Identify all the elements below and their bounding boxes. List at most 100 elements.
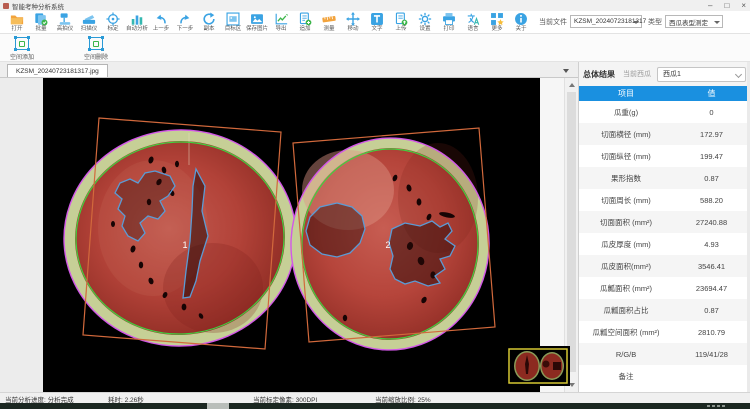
row-label: 果形指数 [579, 167, 673, 189]
toolbar-button-label: 关于 [515, 26, 526, 32]
scrollbar-thumb[interactable] [567, 92, 576, 372]
toolbar-button-export[interactable]: 导出 [269, 12, 293, 33]
scroll-up-icon[interactable] [569, 83, 575, 87]
status-bar: 当前分析进度: 分析完成 耗时: 2.26秒 当前标定像素: 300DPI 当前… [0, 392, 750, 403]
toolbar-button-label: 下一步 [177, 26, 194, 32]
row-label: 瓜瓤面积占比 [579, 299, 673, 321]
toolbar-button-label: 上传 [395, 26, 406, 32]
taskbar-sliver [0, 403, 750, 409]
row-value: 119/41/28 [673, 343, 750, 365]
image-canvas[interactable]: 1 [43, 78, 540, 392]
crosshair-icon [106, 12, 120, 26]
export-chart-icon [274, 12, 288, 26]
bar-chart-icon [130, 12, 144, 26]
row-value: 2810.79 [673, 321, 750, 343]
table-row: 瓜重(g)0 [579, 101, 750, 123]
toolbar-button-scanner[interactable]: 扫描仪 [77, 12, 101, 33]
row-label: R/G/B [579, 343, 673, 365]
table-row: 切面周长 (mm)588.20 [579, 189, 750, 211]
toolbar-button-settings[interactable]: 设置 [413, 12, 437, 33]
app-logo-icon [3, 3, 9, 9]
toolbar-button-target-area[interactable]: 目标区 [221, 12, 245, 33]
printer-icon [442, 12, 456, 26]
type-combobox[interactable]: 西瓜表型测定 [665, 15, 723, 28]
toolbar-button-save-image[interactable]: 保存图片 [245, 12, 269, 33]
open-folder-icon [10, 12, 24, 26]
toolbar-button-label: 测量 [323, 26, 334, 32]
row-value: 172.97 [673, 123, 750, 145]
table-row: 瓜瓤面积 (mm²)23694.47 [579, 277, 750, 299]
title-bar: 智能考种分析系统 – □ × [0, 0, 750, 11]
row-value: 0.87 [673, 167, 750, 189]
canvas-left-margin [0, 78, 43, 392]
minimize-button[interactable]: – [708, 0, 712, 11]
toolbar-button-calibrate[interactable]: 标定 [101, 12, 125, 33]
results-table-header: 项目 值 [579, 86, 750, 101]
current-file-combobox[interactable]: KZSM_20240723181317 [570, 15, 642, 28]
results-table-body: 瓜重(g)0切面横径 (mm)172.97切面纵径 (mm)199.47果形指数… [579, 101, 750, 387]
move-cross-icon [346, 12, 360, 26]
table-row: 瓜皮面积(mm²)3546.41 [579, 255, 750, 277]
chevron-down-icon [735, 70, 742, 77]
toolbar-button-label: 副本 [203, 26, 214, 32]
toolbar-button-doc-camera[interactable]: 高拍仪 [53, 12, 77, 33]
row-value: 588.20 [673, 189, 750, 211]
language-icon [466, 12, 480, 26]
taskbar-clock-area [707, 405, 725, 407]
toolbar-button-text[interactable]: 文字 [365, 12, 389, 33]
close-button[interactable]: × [741, 0, 746, 11]
tab-bar: KZSM_20240723181317.jpg [0, 62, 578, 78]
melon-2-label: 2 [385, 240, 390, 250]
table-row: 切面横径 (mm)172.97 [579, 123, 750, 145]
toolbar-button-next-step[interactable]: 下一步 [173, 12, 197, 33]
toolbar-button-about[interactable]: 关于 [509, 12, 533, 33]
region-toolbar: 空间添加 空间删除 [0, 34, 750, 62]
toolbar-button-more[interactable]: 更多 [485, 12, 509, 33]
toolbar-button-label: 上一步 [153, 26, 170, 32]
toolbar-button-batch[interactable]: 批量 [29, 12, 53, 33]
toolbar-button-label: 导出 [275, 26, 286, 32]
column-header-value: 值 [673, 86, 750, 101]
region-add-icon [15, 37, 29, 50]
toolbar-button-label: 语言 [467, 26, 478, 32]
table-row: R/G/B119/41/28 [579, 343, 750, 365]
region-add-button[interactable]: 空间添加 [10, 37, 34, 61]
toolbar-button-upload[interactable]: 上传 [389, 12, 413, 33]
toolbar-button-auto-analyze[interactable]: 自动分析 [125, 12, 149, 33]
toolbar-button-duplicate[interactable]: 副本 [197, 12, 221, 33]
tab-image-file[interactable]: KZSM_20240723181317.jpg [7, 64, 108, 77]
toolbar-button-label: 打开 [11, 26, 22, 32]
toolbar-button-move[interactable]: 移动 [341, 12, 365, 33]
region-delete-button[interactable]: 空间删除 [84, 37, 108, 61]
tab-list-dropdown-button[interactable] [560, 66, 572, 75]
maximize-button[interactable]: □ [724, 0, 729, 11]
doc-camera-icon [58, 12, 72, 26]
toolbar-button-prev-step[interactable]: 上一步 [149, 12, 173, 33]
column-header-item: 项目 [579, 86, 673, 101]
current-melon-select[interactable]: 西瓜1 [657, 67, 746, 82]
info-circle-icon [514, 12, 528, 26]
toolbar-button-label: 批量 [35, 26, 46, 32]
toolbar-button-print[interactable]: 打印 [437, 12, 461, 33]
row-label: 切面周长 (mm) [579, 189, 673, 211]
toolbar-button-open[interactable]: 打开 [5, 12, 29, 33]
region-delete-icon [89, 37, 103, 50]
ruler-icon [322, 12, 336, 26]
row-value: 23694.47 [673, 277, 750, 299]
row-label: 切面纵径 (mm) [579, 145, 673, 167]
overview-thumbnail[interactable] [506, 346, 570, 386]
toolbar-button-measure[interactable]: 测量 [317, 12, 341, 33]
row-label: 瓜重(g) [579, 101, 673, 123]
undo-arrow-icon [154, 12, 168, 26]
toolbar-button-language[interactable]: 语言 [461, 12, 485, 33]
toolbar-button-append[interactable]: 追加 [293, 12, 317, 33]
canvas-vertical-scrollbar[interactable] [564, 78, 578, 392]
row-value [673, 365, 750, 387]
row-label: 切面横径 (mm) [579, 123, 673, 145]
row-label: 瓜皮厚度 (mm) [579, 233, 673, 255]
row-value: 0 [673, 101, 750, 123]
table-row: 瓜瓤面积占比0.87 [579, 299, 750, 321]
batch-stack-icon [34, 12, 48, 26]
row-label: 备注 [579, 365, 673, 387]
main-toolbar: 打开 批量 高拍仪扫描仪标定自动分析上一步 下一步 副本 目标区保存图片导出 追加测量 移动文… [0, 11, 750, 34]
